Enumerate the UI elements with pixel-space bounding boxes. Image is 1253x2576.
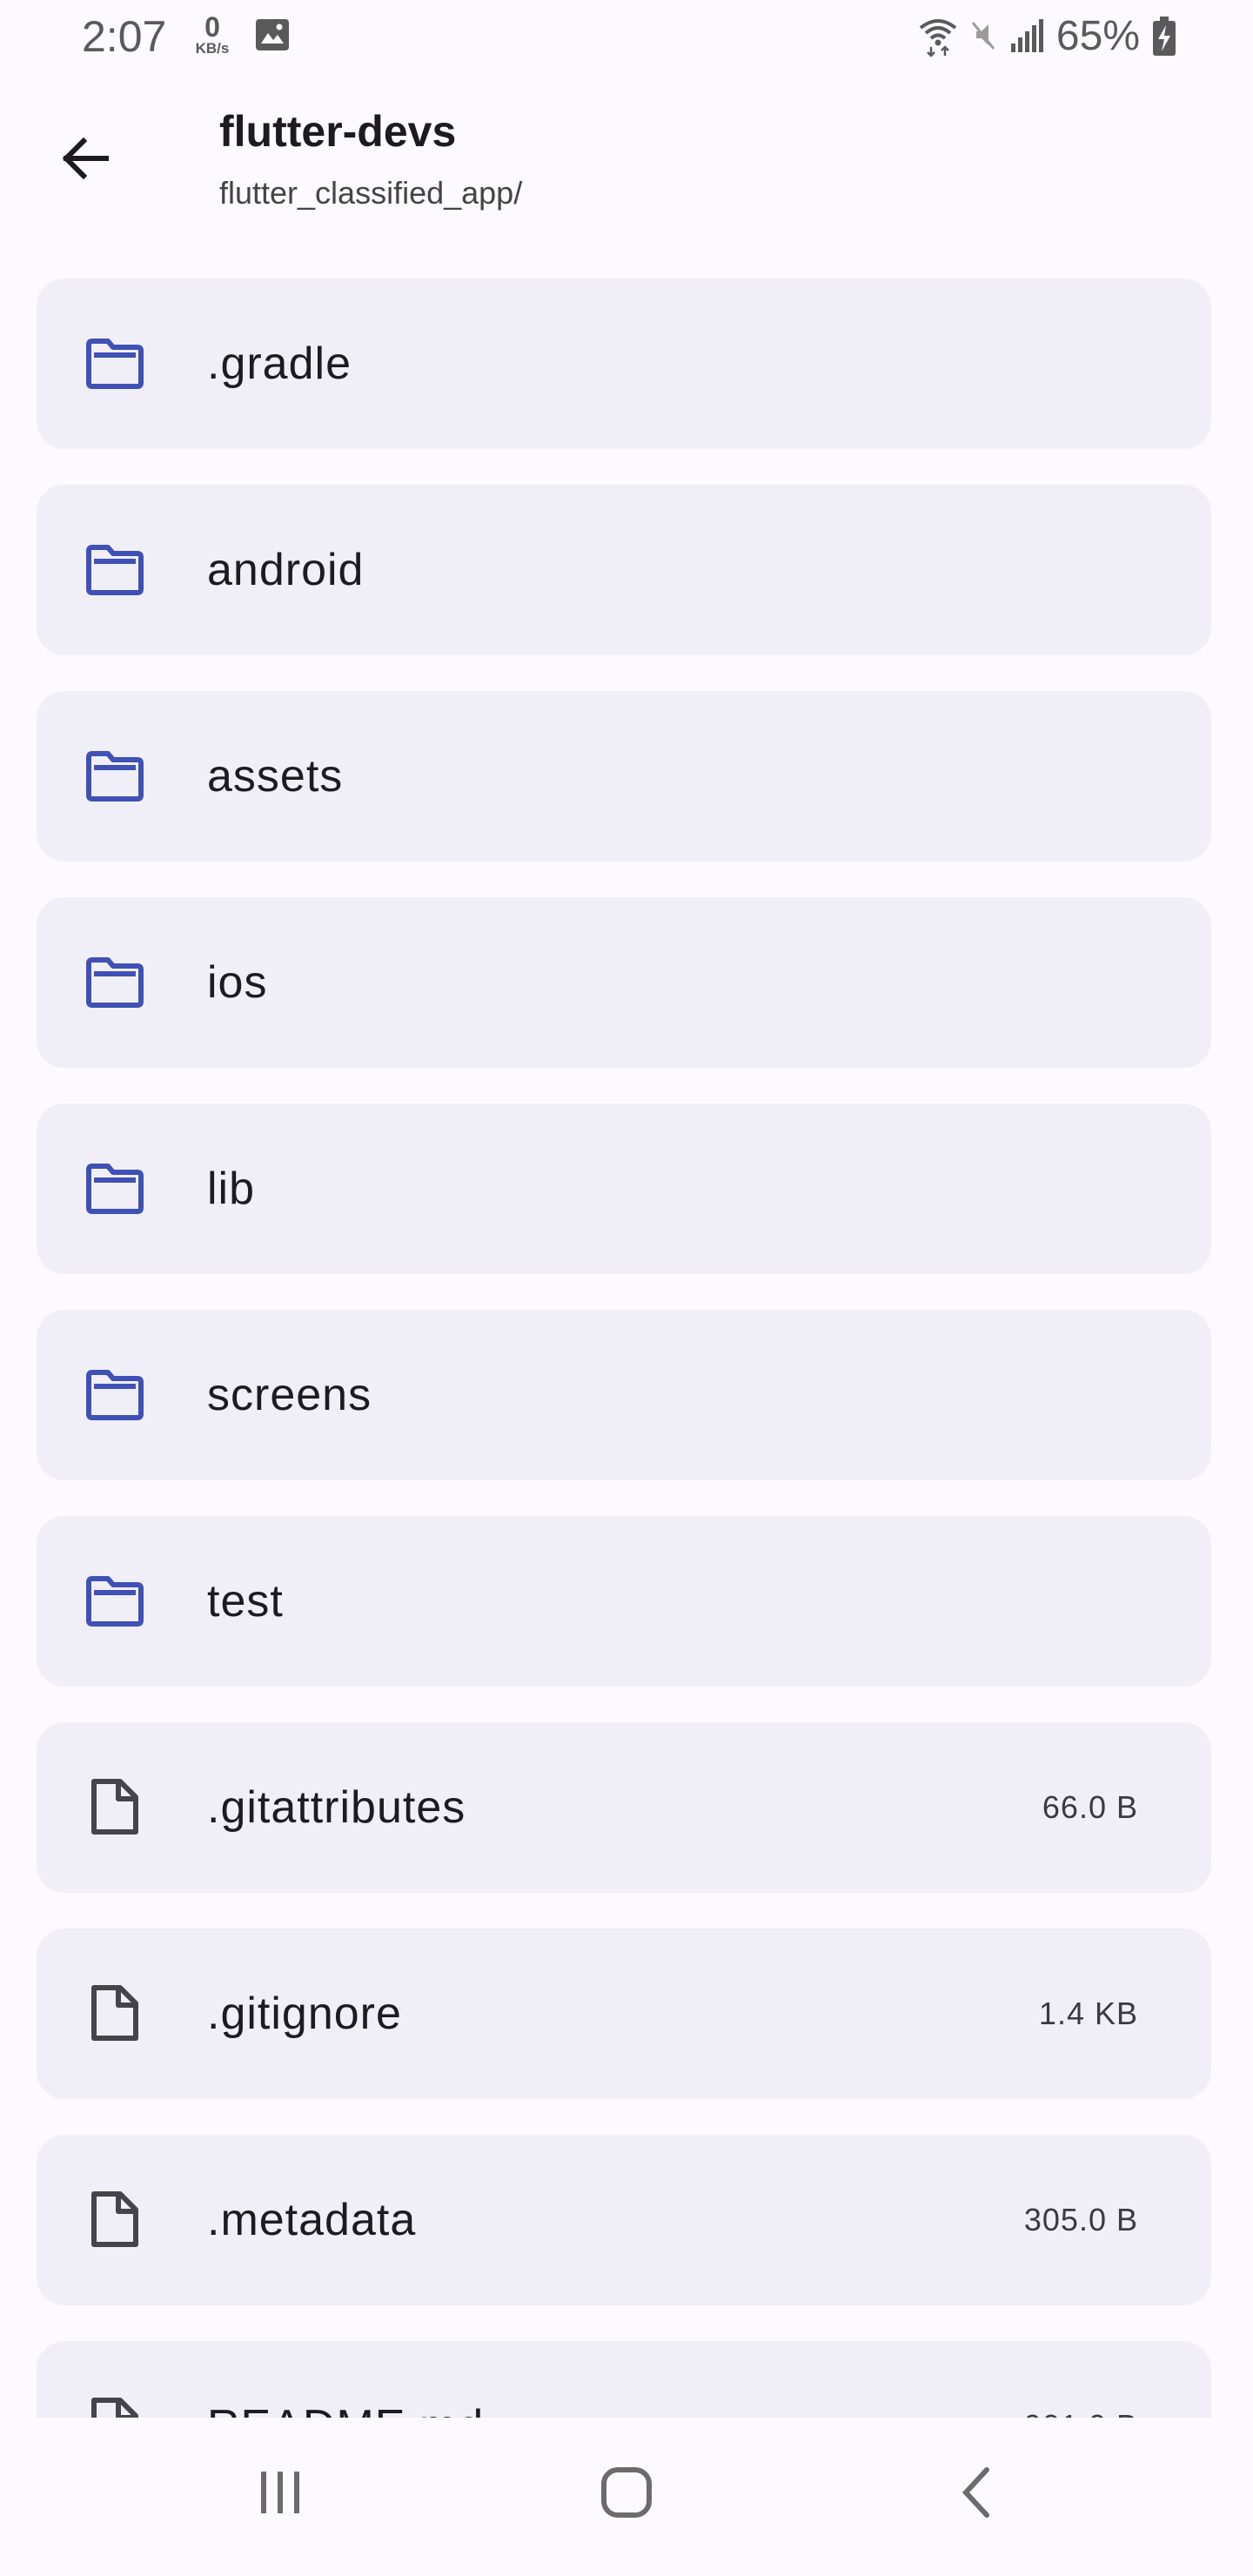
status-bar: 2:07 0 KB/s 65% <box>0 0 1253 73</box>
item-name: lib <box>207 1164 256 1214</box>
folder-row[interactable]: lib <box>37 1104 1211 1274</box>
folder-icon <box>86 1576 144 1627</box>
recent-apps-icon <box>261 2472 299 2513</box>
folder-row[interactable]: .gradle <box>37 278 1211 449</box>
item-name: .gitignore <box>207 1989 402 2039</box>
folder-row[interactable]: ios <box>37 897 1211 1068</box>
home-button[interactable] <box>574 2449 679 2536</box>
navigation-bar <box>0 2418 1253 2576</box>
file-icon <box>91 1985 138 2041</box>
item-name: README.md <box>207 2341 484 2418</box>
back-button[interactable] <box>44 117 127 200</box>
item-name: ios <box>207 957 268 1008</box>
signal-icon <box>1010 19 1043 52</box>
file-size: 66.0 B <box>1042 1789 1138 1825</box>
item-name: android <box>207 545 365 595</box>
battery-charging-icon <box>1153 17 1176 56</box>
item-name: screens <box>207 1370 372 1420</box>
recent-apps-button[interactable] <box>228 2449 332 2536</box>
folder-icon <box>86 957 144 1008</box>
arrow-back-icon <box>62 137 109 180</box>
battery-percentage: 65% <box>1055 13 1140 59</box>
file-row[interactable]: README.md 901.0 B <box>37 2341 1211 2418</box>
item-name: test <box>207 1576 284 1627</box>
folder-row[interactable]: assets <box>37 691 1211 862</box>
network-speed-unit: KB/s <box>195 40 230 57</box>
wifi-icon <box>919 19 957 57</box>
folder-row[interactable]: android <box>37 485 1211 655</box>
item-name: .metadata <box>207 2195 417 2245</box>
mute-icon <box>971 22 995 50</box>
folder-row[interactable]: screens <box>37 1310 1211 1480</box>
file-icon <box>91 1779 138 1835</box>
page-title: flutter-devs <box>219 107 457 156</box>
file-row[interactable]: .gitignore 1.4 KB <box>37 1929 1211 2099</box>
network-speed-value: 0 <box>204 11 220 43</box>
nav-back-button[interactable] <box>924 2449 1029 2536</box>
current-path: flutter_classified_app/ <box>219 175 523 211</box>
folder-icon <box>86 339 144 389</box>
gallery-icon <box>256 19 289 50</box>
home-icon <box>601 2467 652 2518</box>
folder-icon <box>86 545 144 595</box>
folder-icon <box>86 1164 144 1214</box>
item-name: .gradle <box>207 339 352 389</box>
file-size: 1.4 KB <box>1038 1996 1138 2031</box>
status-right-group: 65% <box>919 12 1176 61</box>
folder-icon <box>86 1370 144 1420</box>
status-time: 2:07 <box>82 12 167 61</box>
file-size: 901.0 B <box>1024 2341 1138 2418</box>
file-row[interactable]: .gitattributes 66.0 B <box>37 1722 1211 1893</box>
file-size: 305.0 B <box>1023 2202 1138 2237</box>
item-name: assets <box>207 751 344 802</box>
network-speed-indicator: 0 KB/s <box>190 11 235 57</box>
back-icon <box>962 2467 989 2518</box>
file-icon <box>91 2191 138 2247</box>
folder-icon <box>86 751 144 802</box>
file-icon <box>91 2398 138 2418</box>
item-name: .gitattributes <box>207 1782 466 1833</box>
file-row[interactable]: .metadata 305.0 B <box>37 2135 1211 2305</box>
folder-row[interactable]: test <box>37 1516 1211 1687</box>
file-list[interactable]: .gradle android assets ios lib screens test .gi… <box>37 278 1211 2418</box>
